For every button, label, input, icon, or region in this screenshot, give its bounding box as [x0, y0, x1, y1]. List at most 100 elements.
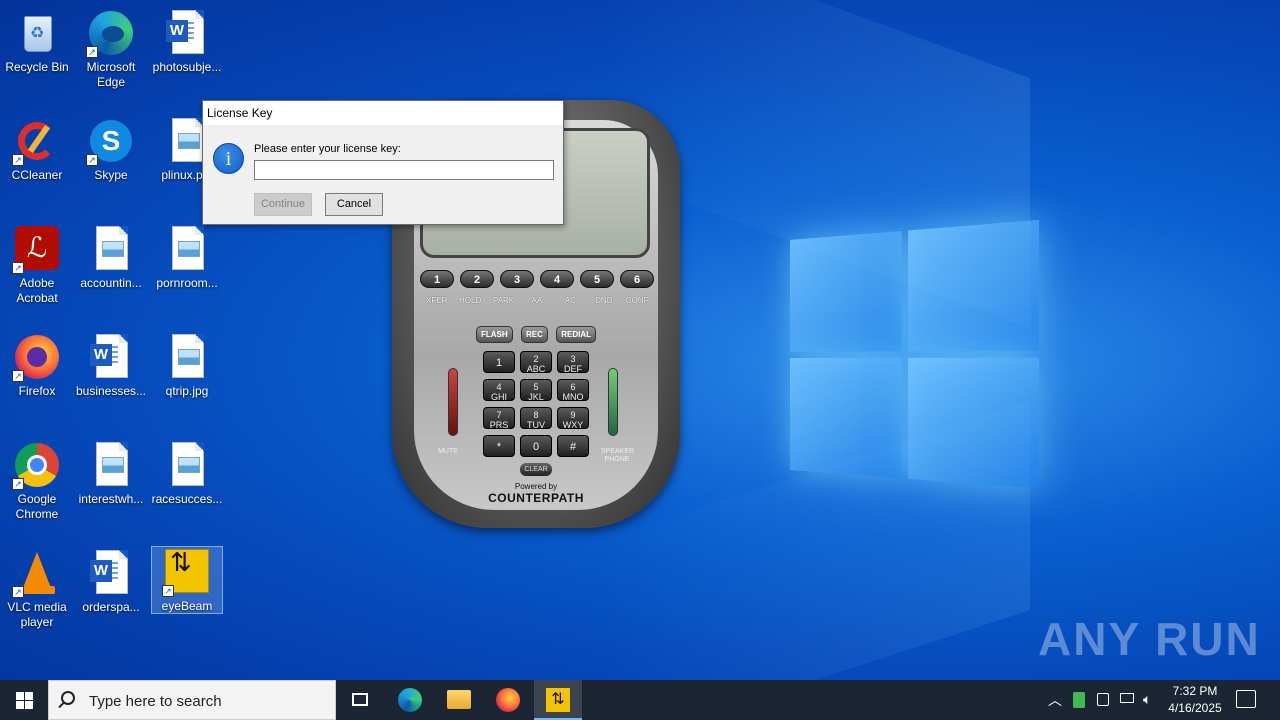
key-9[interactable]: 9 WXY: [557, 407, 589, 430]
license-key-dialog[interactable]: License Key i Please enter your license …: [202, 100, 564, 225]
firefox-icon: [496, 688, 520, 712]
volume-button[interactable]: 🔈︎: [1142, 680, 1160, 720]
taskbar-edge[interactable]: [386, 680, 434, 720]
line-4-button[interactable]: 4: [540, 270, 574, 288]
desktop-icon-pornroom-file[interactable]: pornroom...: [151, 218, 223, 291]
adobe-acrobat-icon: ℒ ↗: [12, 226, 60, 274]
task-view-icon: [352, 693, 368, 706]
desktop-icon-photosubject-file[interactable]: W photosubje...: [151, 2, 223, 75]
desktop-icon-racesuccess-file[interactable]: racesucces...: [151, 434, 223, 507]
taskbar-clock[interactable]: 7:32 PM 4/16/2025: [1162, 683, 1228, 717]
dnd-button[interactable]: DND: [587, 296, 620, 305]
search-placeholder: Type here to search: [89, 693, 222, 710]
mute-button[interactable]: MUTE: [432, 448, 464, 456]
show-hidden-icons-button[interactable]: ︿: [1046, 680, 1064, 720]
desktop-icon-eyebeam[interactable]: ⇅ ↗ eyeBeam: [151, 546, 223, 614]
image-file-icon: [164, 334, 210, 380]
ccleaner-icon: ↗: [12, 118, 60, 166]
vlc-cone-icon: ↗: [12, 550, 60, 598]
desktop-icon-microsoft-edge[interactable]: ↗ Microsoft Edge: [75, 2, 147, 90]
aa-button[interactable]: AA: [520, 296, 553, 305]
line-2-button[interactable]: 2: [460, 270, 494, 288]
taskbar: Type here to search ⇅ ︿ 🔈︎ 7:32 PM 4/16/…: [0, 680, 1280, 720]
start-button[interactable]: [0, 680, 48, 720]
desktop-icon-skype[interactable]: S ↗ Skype: [75, 110, 147, 183]
desktop-icon-label: VLC media player: [7, 600, 67, 629]
search-icon: [61, 691, 75, 705]
taskbar-eyebeam[interactable]: ⇅: [534, 680, 582, 720]
cancel-button[interactable]: Cancel: [325, 193, 383, 216]
taskbar-firefox[interactable]: [484, 680, 532, 720]
key-0[interactable]: 0: [520, 435, 552, 457]
chrome-icon: ↗: [12, 442, 60, 490]
desktop-icon-qtrip-file[interactable]: qtrip.jpg: [151, 326, 223, 399]
key-5[interactable]: 5 JKL: [520, 379, 552, 402]
notification-center-icon[interactable]: [1236, 690, 1256, 708]
desktop-icon-label: pornroom...: [156, 276, 218, 290]
desktop-icon-label: Microsoft Edge: [86, 60, 136, 89]
clear-button[interactable]: CLEAR: [520, 463, 552, 476]
desktop-icon-orders-file[interactable]: W orderspa...: [75, 542, 147, 615]
task-view-button[interactable]: [336, 680, 384, 720]
line-6-button[interactable]: 6: [620, 270, 654, 288]
key-3[interactable]: 3 DEF: [557, 351, 589, 374]
tray-app-icon[interactable]: [1070, 680, 1088, 720]
line-buttons: 1 2 3 4 5 6: [420, 270, 654, 288]
key-star[interactable]: *: [483, 435, 515, 457]
desktop-icon-label: qtrip.jpg: [165, 384, 209, 398]
desktop-icon-label: racesucces...: [151, 492, 223, 506]
taskbar-file-explorer[interactable]: [434, 680, 482, 720]
desktop-icon-recycle-bin[interactable]: ♻ Recycle Bin: [1, 2, 73, 75]
dial-keypad: FLASH REC REDIAL 1 2 ABC 3 DEF 4 GHI 5 JKL 6…: [476, 326, 596, 476]
battery-icon: [1073, 692, 1085, 708]
desktop-icon-firefox[interactable]: ↗ Firefox: [1, 326, 73, 399]
key-1[interactable]: 1: [483, 351, 515, 373]
ac-button[interactable]: AC: [554, 296, 587, 305]
image-file-icon: [164, 442, 210, 488]
key-hash[interactable]: #: [557, 435, 589, 457]
continue-button[interactable]: Continue: [254, 193, 312, 216]
desktop-icon-label: Recycle Bin: [5, 60, 69, 74]
flash-button[interactable]: FLASH: [476, 326, 513, 343]
word-document-icon: W: [164, 10, 210, 56]
desktop-icon-businesses-file[interactable]: W businesses...: [75, 326, 147, 399]
redial-button[interactable]: REDIAL: [556, 326, 596, 343]
windows-logo-icon: [16, 692, 24, 700]
image-file-icon: [88, 226, 134, 272]
desktop-icon-label: Firefox: [18, 384, 56, 398]
tray-device-icon[interactable]: [1094, 680, 1112, 720]
key-2[interactable]: 2 ABC: [520, 351, 552, 374]
key-7[interactable]: 7 PRS: [483, 407, 515, 430]
desktop-icon-label: orderspa...: [82, 600, 140, 614]
line-1-button[interactable]: 1: [420, 270, 454, 288]
desktop-icon-google-chrome[interactable]: ↗ Google Chrome: [1, 434, 73, 522]
desktop-icon-label: eyeBeam: [161, 599, 213, 613]
xfer-button[interactable]: XFER: [420, 296, 453, 305]
record-button[interactable]: REC: [521, 326, 548, 343]
conf-button[interactable]: CONF: [621, 296, 654, 305]
device-icon: [1097, 693, 1109, 706]
speaker-level-meter: [608, 368, 618, 436]
license-key-input[interactable]: [254, 160, 554, 180]
eyebeam-icon: ⇅ ↗: [162, 549, 210, 597]
image-file-icon: [88, 442, 134, 488]
edge-icon: ↗: [86, 10, 134, 58]
line-5-button[interactable]: 5: [580, 270, 614, 288]
folder-icon: [447, 690, 471, 709]
taskbar-search-box[interactable]: Type here to search: [48, 680, 336, 720]
line-3-button[interactable]: 3: [500, 270, 534, 288]
speakerphone-button[interactable]: SPEAKER PHONE: [601, 448, 634, 464]
desktop-icon-interest-file[interactable]: interestwh...: [75, 434, 147, 507]
desktop-icon-vlc[interactable]: ↗ VLC media player: [1, 542, 73, 630]
function-buttons: XFER HOLD PARK AA AC DND CONF: [420, 296, 654, 305]
hold-button[interactable]: HOLD: [453, 296, 486, 305]
desktop-icon-adobe-acrobat[interactable]: ℒ ↗ Adobe Acrobat: [1, 218, 73, 306]
desktop-icon-ccleaner[interactable]: ↗ CCleaner: [1, 110, 73, 183]
key-4[interactable]: 4 GHI: [483, 379, 515, 402]
desktop-icon-label: interestwh...: [78, 492, 144, 506]
network-button[interactable]: [1118, 680, 1136, 720]
desktop-icon-accounting-file[interactable]: accountin...: [75, 218, 147, 291]
key-8[interactable]: 8 TUV: [520, 407, 552, 430]
park-button[interactable]: PARK: [487, 296, 520, 305]
key-6[interactable]: 6 MNO: [557, 379, 589, 402]
